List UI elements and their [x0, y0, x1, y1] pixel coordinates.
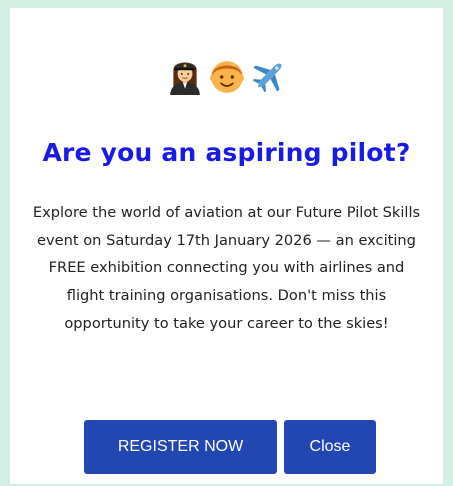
- popup-title: Are you an aspiring pilot?: [42, 138, 411, 167]
- emoji-row: [10, 54, 443, 98]
- popup-dialog: Are you an aspiring pilot? Explore the w…: [10, 8, 443, 484]
- register-now-button[interactable]: REGISTER NOW: [84, 420, 277, 474]
- close-button[interactable]: Close: [284, 420, 376, 474]
- popup-description: Explore the world of aviation at our Fut…: [32, 204, 421, 332]
- airplane-icon: [252, 63, 282, 93]
- boy-face-icon: [209, 61, 244, 93]
- woman-pilot-icon: [169, 62, 200, 95]
- button-group: REGISTER NOW Close: [10, 420, 443, 474]
